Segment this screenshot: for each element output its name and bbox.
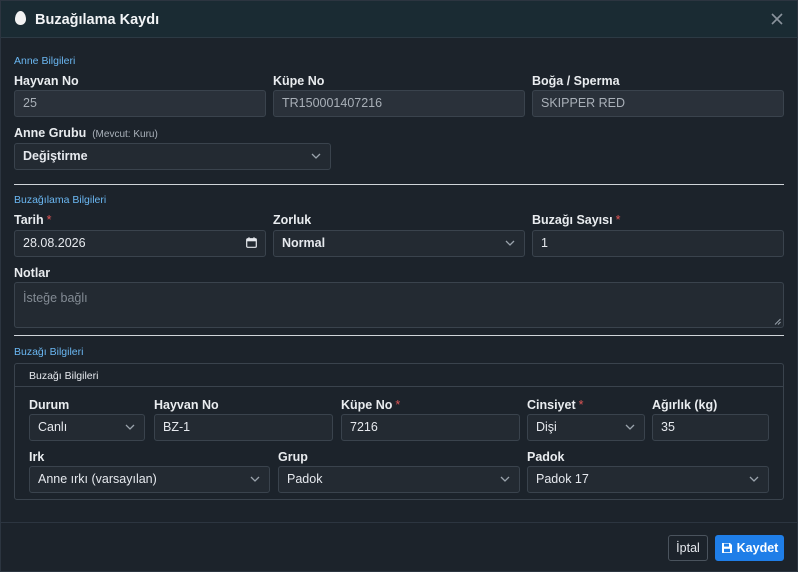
section-mother: Anne Bilgileri <box>14 55 76 67</box>
required-mark: * <box>578 398 584 412</box>
calf-status-label: Durum <box>29 398 70 412</box>
calf-weight-input[interactable]: 35 <box>652 414 769 441</box>
mother-tag-no-label: Küpe No <box>273 74 325 88</box>
mother-tag-no-field[interactable]: TR150001407216 <box>273 90 525 117</box>
calf-count-label-text: Buzağı Sayısı <box>532 213 613 227</box>
fieldset-divider <box>15 386 783 387</box>
calf-group-label: Grup <box>278 450 308 464</box>
calf-group-select[interactable]: Padok <box>278 466 520 493</box>
chevron-down-icon <box>749 476 759 483</box>
mother-group-value: Değiştirme <box>23 149 88 163</box>
required-mark: * <box>46 213 52 227</box>
chevron-down-icon <box>505 240 515 247</box>
mother-group-hint: (Mevcut: Kuru) <box>92 129 158 140</box>
calf-animal-no-label: Hayvan No <box>154 398 219 412</box>
required-mark: * <box>615 213 621 227</box>
calf-tag-no-label-text: Küpe No <box>341 398 393 412</box>
required-mark: * <box>395 398 401 412</box>
save-button[interactable]: Kaydet <box>715 535 784 561</box>
date-label: Tarih * <box>14 213 52 227</box>
egg-icon <box>15 11 26 25</box>
calf-status-value: Canlı <box>38 420 68 434</box>
calf-breed-value: Anne ırkı (varsayılan) <box>38 472 157 486</box>
date-value: 28.08.2026 <box>23 236 86 250</box>
chevron-down-icon <box>625 424 635 431</box>
calf-tag-no-input[interactable]: 7216 <box>341 414 520 441</box>
calving-record-modal: Buzağılama Kaydı Anne Bilgileri Hayvan N… <box>0 0 798 572</box>
calf-count-label: Buzağı Sayısı * <box>532 213 620 227</box>
section-divider <box>14 335 784 336</box>
calf-sex-value: Dişi <box>536 420 557 434</box>
mother-group-select[interactable]: Değiştirme <box>14 143 331 170</box>
calf-paddock-value: Padok 17 <box>536 472 589 486</box>
save-button-label: Kaydet <box>736 541 779 555</box>
notes-placeholder: İsteğe bağlı <box>23 291 88 305</box>
mother-animal-no-field[interactable]: 25 <box>14 90 266 117</box>
chevron-down-icon <box>311 153 321 160</box>
resize-handle-icon[interactable] <box>774 318 781 325</box>
chevron-down-icon <box>125 424 135 431</box>
close-button[interactable] <box>767 9 787 29</box>
date-label-text: Tarih <box>14 213 44 227</box>
mother-group-label-text: Anne Grubu <box>14 126 87 140</box>
calf-sex-label-text: Cinsiyet <box>527 398 576 412</box>
mother-animal-no-label: Hayvan No <box>14 74 79 88</box>
section-divider <box>14 184 784 185</box>
difficulty-label: Zorluk <box>273 213 312 227</box>
mother-group-label: Anne Grubu (Mevcut: Kuru) <box>14 126 158 140</box>
notes-textarea[interactable]: İsteğe bağlı <box>14 282 784 328</box>
cancel-button[interactable]: İptal <box>668 535 708 561</box>
calf-sex-select[interactable]: Dişi <box>527 414 645 441</box>
calf-breed-label: Irk <box>29 450 45 464</box>
bull-sperm-label: Boğa / Sperma <box>532 74 620 88</box>
calf-breed-select[interactable]: Anne ırkı (varsayılan) <box>29 466 270 493</box>
calf-weight-label: Ağırlık (kg) <box>652 398 718 412</box>
calf-paddock-select[interactable]: Padok 17 <box>527 466 769 493</box>
chevron-down-icon <box>500 476 510 483</box>
difficulty-select[interactable]: Normal <box>273 230 525 257</box>
close-icon <box>771 13 783 25</box>
calf-fieldset-title: Buzağı Bilgileri <box>29 370 99 382</box>
calf-group-value: Padok <box>287 472 323 486</box>
bull-sperm-field[interactable]: SKIPPER RED <box>532 90 784 117</box>
modal-footer-divider <box>1 522 797 523</box>
calendar-icon[interactable] <box>246 237 257 248</box>
calf-status-select[interactable]: Canlı <box>29 414 145 441</box>
section-calf: Buzağı Bilgileri <box>14 346 84 358</box>
calf-sex-label: Cinsiyet * <box>527 398 584 412</box>
calf-paddock-label: Padok <box>527 450 565 464</box>
date-input[interactable]: 28.08.2026 <box>14 230 266 257</box>
calf-tag-no-label: Küpe No * <box>341 398 400 412</box>
modal-title: Buzağılama Kaydı <box>35 12 160 28</box>
section-calving: Buzağılama Bilgileri <box>14 194 107 206</box>
difficulty-value: Normal <box>282 236 326 250</box>
floppy-disk-icon <box>721 542 733 554</box>
calf-animal-no-input[interactable]: BZ-1 <box>154 414 333 441</box>
modal-header: Buzağılama Kaydı <box>1 1 797 38</box>
notes-label: Notlar <box>14 266 51 280</box>
calf-count-input[interactable]: 1 <box>532 230 784 257</box>
chevron-down-icon <box>250 476 260 483</box>
